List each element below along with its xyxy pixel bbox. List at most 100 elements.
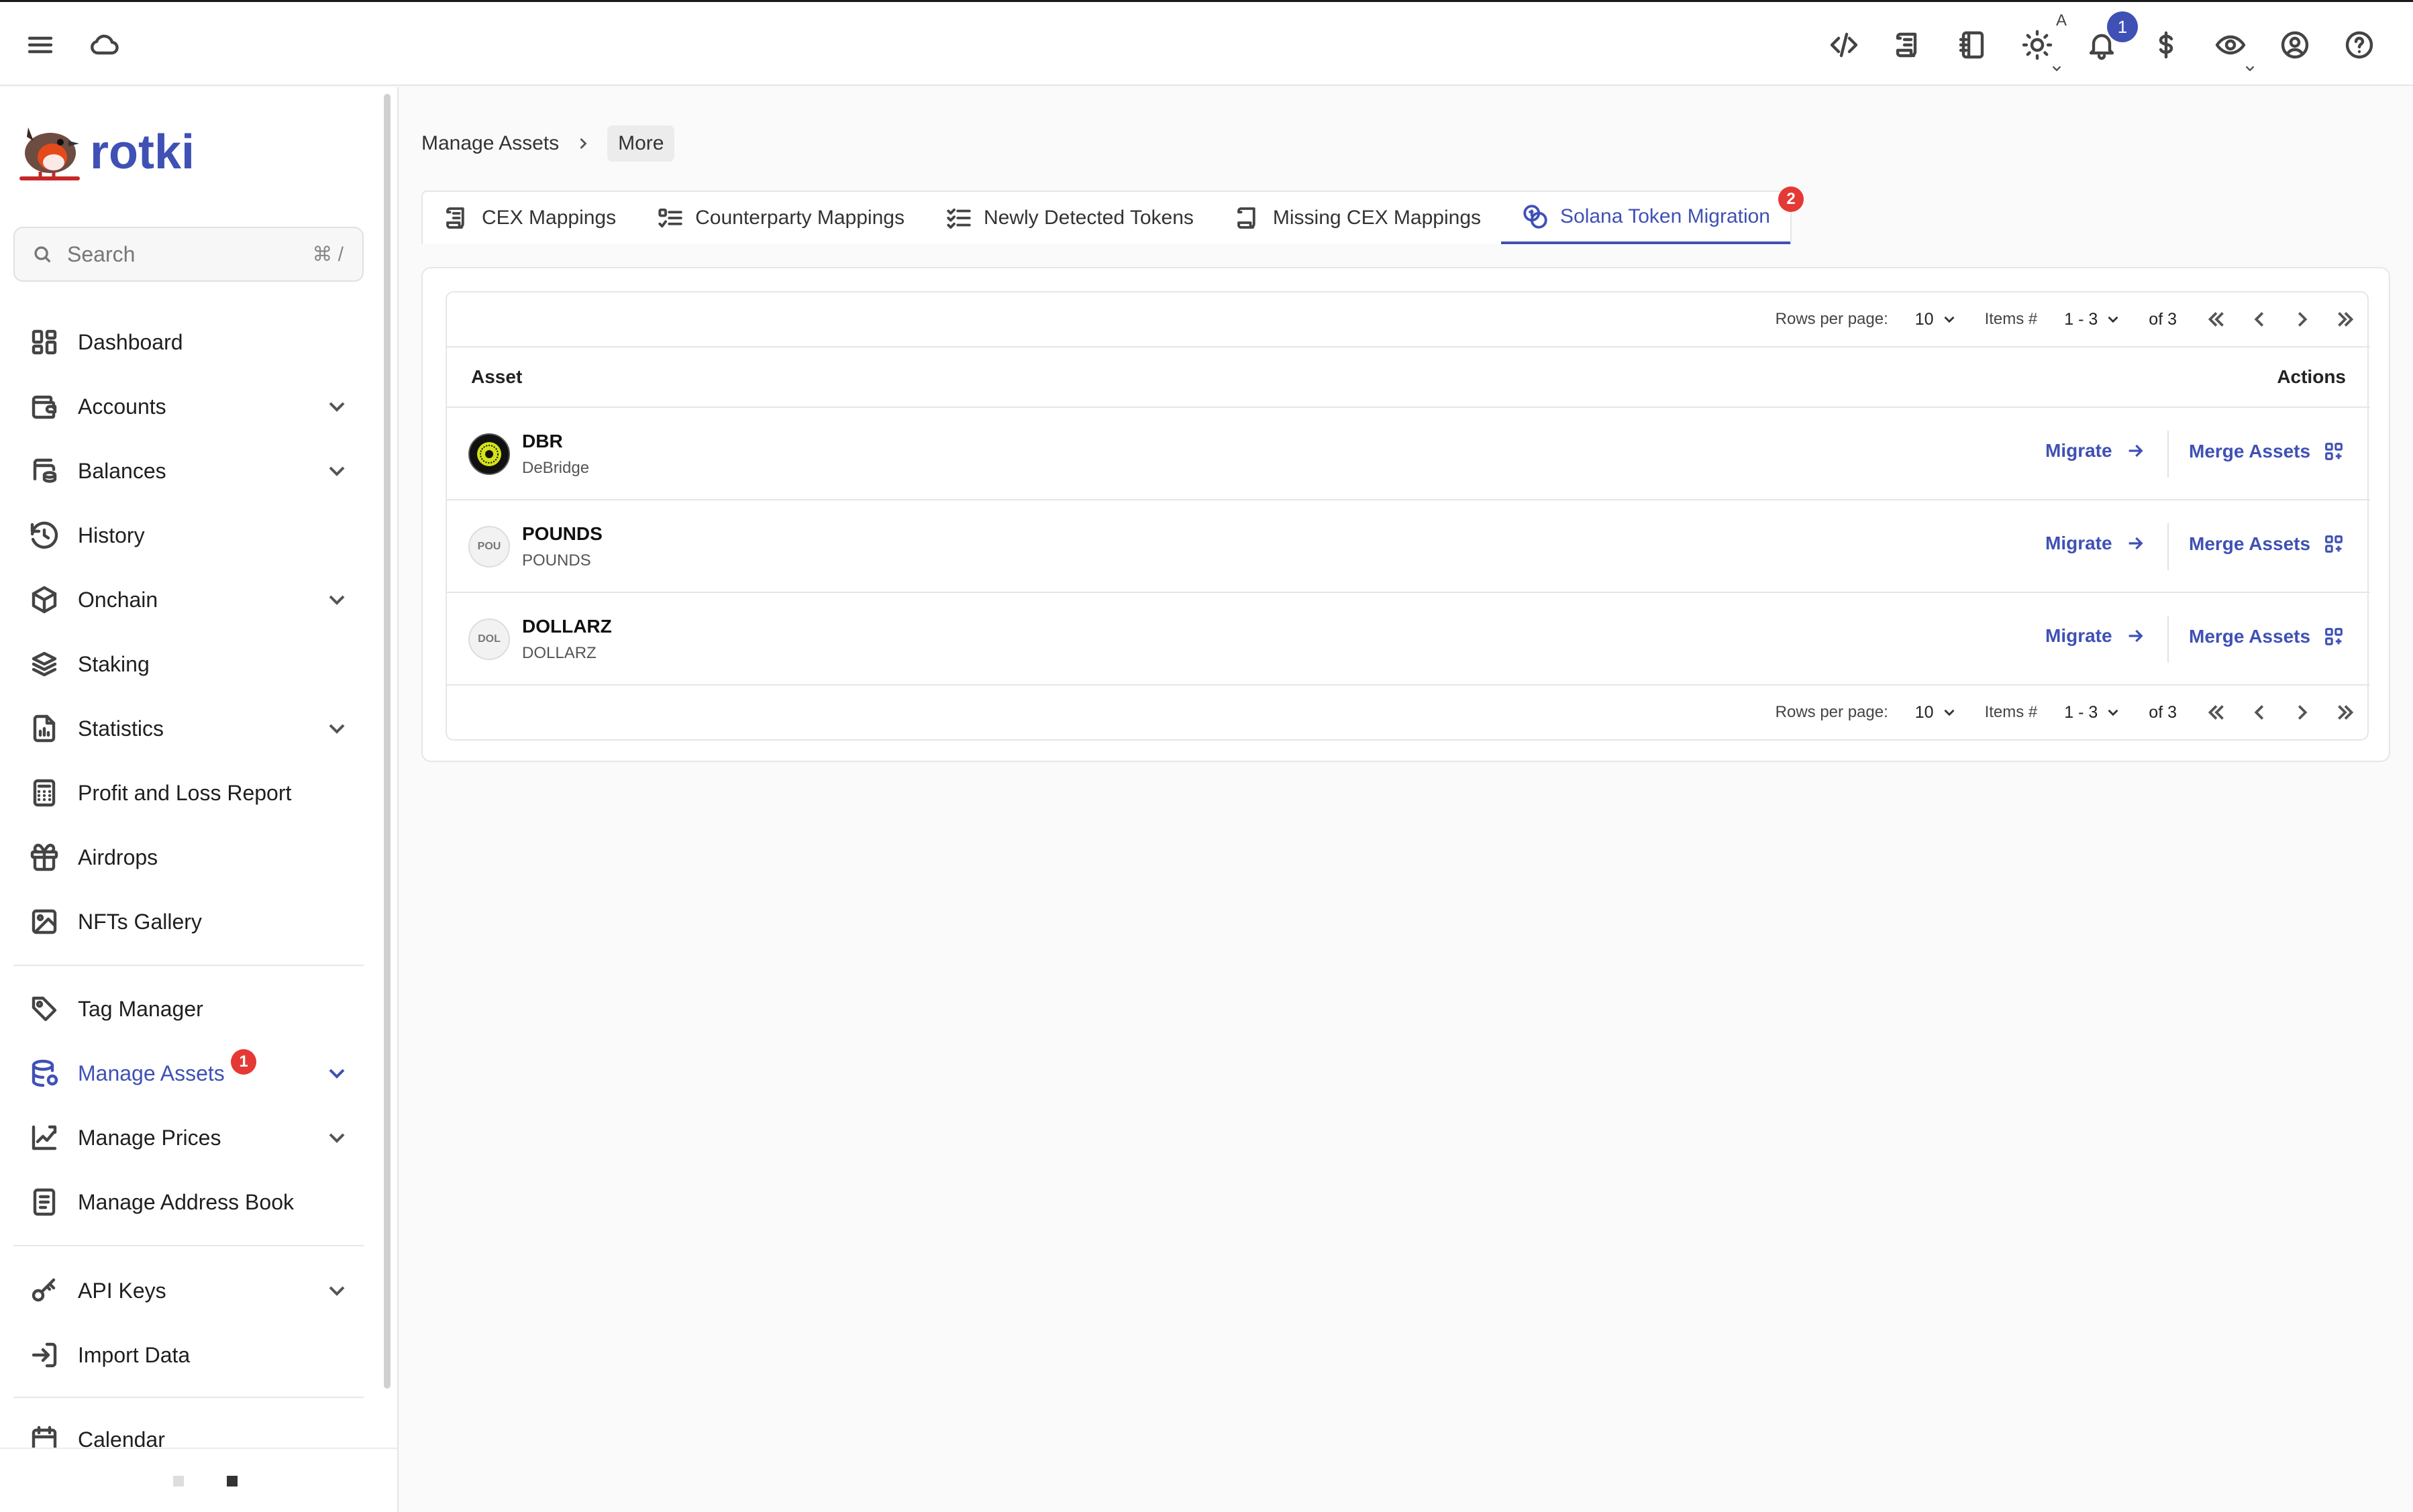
merge-icon bbox=[2325, 628, 2343, 645]
search-shortcut: ⌘ / bbox=[312, 243, 344, 266]
first-page-icon[interactable] bbox=[2204, 700, 2229, 725]
sidebar-item-api-keys[interactable]: API Keys bbox=[13, 1262, 364, 1319]
migrate-button[interactable]: Migrate bbox=[2045, 440, 2146, 462]
sidebar-item-nfts-gallery[interactable]: NFTs Gallery bbox=[13, 894, 364, 950]
menu-icon[interactable] bbox=[19, 23, 62, 66]
first-page-icon[interactable] bbox=[2204, 307, 2229, 332]
items-range-value: 1 - 3 bbox=[2064, 702, 2098, 722]
sidebar-item-import-data[interactable]: Import Data bbox=[13, 1327, 364, 1383]
sidebar-item-staking[interactable]: Staking bbox=[13, 636, 364, 692]
gift-icon bbox=[28, 841, 60, 873]
sidebar-item-label: Airdrops bbox=[78, 845, 158, 869]
asset-name: DeBridge bbox=[522, 459, 590, 477]
arrow-right-icon bbox=[2128, 537, 2143, 550]
table-row: DOL DOLLARZ DOLLARZ Migrate Merge Assets bbox=[447, 593, 2370, 686]
merge-assets-label: Merge Assets bbox=[2189, 441, 2311, 462]
merge-assets-label: Merge Assets bbox=[2189, 626, 2311, 647]
sidebar-item-onchain[interactable]: Onchain bbox=[13, 572, 364, 628]
chevron-down-icon bbox=[323, 393, 350, 420]
search-icon bbox=[31, 243, 54, 266]
checklist-icon bbox=[658, 208, 682, 228]
asset-symbol: DOLLARZ bbox=[522, 616, 612, 637]
merge-assets-button[interactable]: Merge Assets bbox=[2189, 625, 2345, 648]
scroll-icon bbox=[1237, 207, 1255, 229]
tab-label: Counterparty Mappings bbox=[695, 207, 905, 229]
sidebar-item-tag-manager[interactable]: Tag Manager bbox=[13, 981, 364, 1037]
eye-icon[interactable] bbox=[2209, 23, 2252, 66]
chevron-down-icon bbox=[1944, 316, 1955, 323]
last-page-icon[interactable] bbox=[2332, 307, 2358, 332]
account-circle-icon[interactable] bbox=[2273, 23, 2316, 66]
sidebar-item-accounts[interactable]: Accounts bbox=[13, 378, 364, 435]
currency-dollar-icon[interactable] bbox=[2145, 23, 2188, 66]
items-range-select[interactable]: 1 - 3 bbox=[2064, 703, 2122, 722]
help-icon[interactable] bbox=[2338, 23, 2381, 66]
merge-assets-button[interactable]: Merge Assets bbox=[2189, 440, 2345, 463]
chevron-down-icon bbox=[323, 1277, 350, 1304]
next-page-icon[interactable] bbox=[2290, 307, 2315, 332]
tab-missing-cex-mappings[interactable]: Missing CEX Mappings bbox=[1214, 192, 1501, 244]
content-card: Rows per page: 10 Items # 1 - 3 of 3 Ass… bbox=[421, 267, 2390, 762]
balances-icon bbox=[28, 455, 60, 487]
sidebar-item-airdrops[interactable]: Airdrops bbox=[13, 829, 364, 885]
sidebar-item-manage-prices[interactable]: Manage Prices bbox=[13, 1110, 364, 1166]
action-divider bbox=[2167, 523, 2169, 570]
previous-page-icon[interactable] bbox=[2247, 700, 2272, 725]
sidebar-item-dashboard[interactable]: Dashboard bbox=[13, 314, 364, 370]
sidebar-scrollbar[interactable] bbox=[384, 94, 391, 1389]
merge-icon bbox=[2325, 535, 2343, 553]
cloud-icon[interactable] bbox=[83, 23, 126, 66]
sidebar-item-manage-assets[interactable]: Manage Assets 1 bbox=[13, 1045, 364, 1101]
items-range-select[interactable]: 1 - 3 bbox=[2064, 310, 2122, 329]
sidebar-item-profit-loss-report[interactable]: Profit and Loss Report bbox=[13, 765, 364, 821]
chevron-down-icon bbox=[323, 1124, 350, 1151]
notification-badge: 1 bbox=[2107, 11, 2138, 42]
sidebar-item-label: API Keys bbox=[78, 1278, 166, 1303]
scroll-icon[interactable] bbox=[1887, 23, 1930, 66]
scroll-icon bbox=[446, 207, 464, 229]
column-header-actions: Actions bbox=[2277, 366, 2346, 387]
chevron-right-icon bbox=[574, 134, 593, 153]
tab-cex-mappings[interactable]: CEX Mappings bbox=[423, 192, 636, 244]
rows-per-page-select[interactable]: 10 bbox=[1915, 703, 1958, 722]
arrow-right-icon bbox=[2128, 444, 2143, 457]
sidebar-item-address-book[interactable]: Manage Address Book bbox=[13, 1174, 364, 1230]
asset-symbol: DBR bbox=[522, 431, 563, 451]
code-icon[interactable] bbox=[1822, 23, 1865, 66]
migrate-label: Migrate bbox=[2045, 625, 2112, 646]
tab-newly-detected-tokens[interactable]: Newly Detected Tokens bbox=[925, 192, 1214, 244]
top-bar: A 1 bbox=[0, 0, 2413, 86]
search-input[interactable]: Search ⌘ / bbox=[13, 227, 364, 282]
sidebar-divider bbox=[13, 1397, 364, 1398]
items-label: Items # bbox=[1984, 310, 2038, 328]
sidebar-divider bbox=[13, 1245, 364, 1246]
sidebar-item-history[interactable]: History bbox=[13, 507, 364, 563]
sidebar-item-statistics[interactable]: Statistics bbox=[13, 700, 364, 757]
tab-label: Solana Token Migration bbox=[1560, 205, 1770, 227]
breadcrumb-current[interactable]: More bbox=[607, 125, 675, 162]
rows-per-page-select[interactable]: 10 bbox=[1915, 310, 1958, 329]
breadcrumb-parent[interactable]: Manage Assets bbox=[421, 132, 559, 155]
migrate-button[interactable]: Migrate bbox=[2045, 625, 2146, 647]
price-chart-icon bbox=[28, 1122, 60, 1154]
table-header: Asset Actions bbox=[447, 346, 2370, 408]
sidebar-item-balances[interactable]: Balances bbox=[13, 443, 364, 499]
tab-solana-token-migration[interactable]: Solana Token Migration 2 bbox=[1501, 186, 1804, 244]
merge-assets-button[interactable]: Merge Assets bbox=[2189, 533, 2345, 555]
next-page-icon[interactable] bbox=[2290, 700, 2315, 725]
data-table: Rows per page: 10 Items # 1 - 3 of 3 Ass… bbox=[446, 291, 2370, 741]
theme-sun-icon[interactable] bbox=[2016, 23, 2059, 66]
sidebar-item-label: Import Data bbox=[78, 1342, 191, 1367]
tab-counterparty-mappings[interactable]: Counterparty Mappings bbox=[636, 192, 925, 244]
tab-badge: 2 bbox=[1778, 186, 1804, 212]
previous-page-icon[interactable] bbox=[2247, 307, 2272, 332]
migrate-button[interactable]: Migrate bbox=[2045, 533, 2146, 554]
items-range-value: 1 - 3 bbox=[2064, 309, 2098, 329]
list-check-icon bbox=[947, 208, 971, 229]
notebook-icon[interactable] bbox=[1951, 23, 1994, 66]
tag-icon bbox=[28, 993, 60, 1025]
last-page-icon[interactable] bbox=[2332, 700, 2358, 725]
calculator-icon bbox=[28, 777, 60, 809]
column-header-asset: Asset bbox=[471, 366, 523, 387]
asset-name: POUNDS bbox=[522, 551, 591, 570]
